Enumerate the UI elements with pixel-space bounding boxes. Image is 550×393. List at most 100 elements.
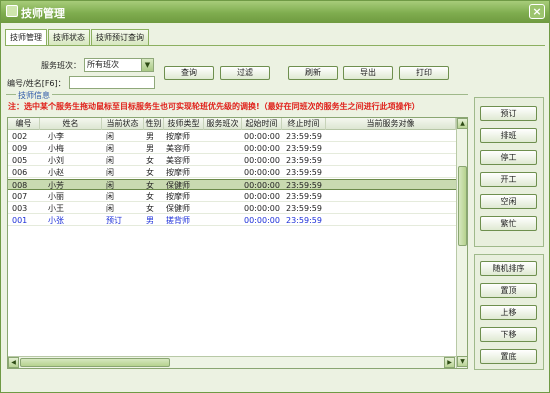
cell-client xyxy=(328,155,456,166)
cell-id: 001 xyxy=(12,216,28,225)
cell-type: 按摩师 xyxy=(166,132,190,141)
cell-end: 23:59:59 xyxy=(286,132,322,141)
technician-management-window: 技师管理 × 技师管理 技师状态 技师预订查询 服务班次： 所有班次 ▼ 编号/… xyxy=(0,0,550,393)
cell-id: 006 xyxy=(12,168,28,177)
cell-start: 00:00:00 xyxy=(244,181,280,190)
table-row-selected[interactable]: 008 小芳 闲 女 保健师 00:00:00 23:59:59 xyxy=(8,179,456,190)
cell-name: 小王 xyxy=(48,204,64,213)
table-row[interactable]: 001 小张 预订 男 搓背师 00:00:00 23:59:59 xyxy=(8,215,456,226)
cell-id: 009 xyxy=(12,144,28,153)
column-header-name[interactable]: 姓名 xyxy=(40,118,102,130)
book-button[interactable]: 预订 xyxy=(480,106,537,121)
cell-type: 保健师 xyxy=(166,181,190,190)
scroll-up-icon[interactable]: ▲ xyxy=(457,118,467,129)
cell-start: 00:00:00 xyxy=(244,156,280,165)
start-work-button[interactable]: 开工 xyxy=(480,172,537,187)
cell-shift xyxy=(204,155,242,166)
cell-status: 闲 xyxy=(106,204,114,213)
cell-gender: 女 xyxy=(146,156,154,165)
cell-status: 闲 xyxy=(106,156,114,165)
move-down-button[interactable]: 下移 xyxy=(480,327,537,342)
cell-start: 00:00:00 xyxy=(244,132,280,141)
cell-type: 保健师 xyxy=(166,204,190,213)
move-top-button[interactable]: 置顶 xyxy=(480,283,537,298)
vertical-scroll-thumb[interactable] xyxy=(458,166,467,246)
vertical-scrollbar[interactable]: ▲ ▼ xyxy=(456,118,467,368)
cell-type: 美容师 xyxy=(166,144,190,153)
scroll-down-icon[interactable]: ▼ xyxy=(457,356,467,367)
cell-name: 小李 xyxy=(48,132,64,141)
column-header-gender[interactable]: 性别 xyxy=(144,118,164,130)
cell-type: 按摩师 xyxy=(166,192,190,201)
cell-status: 预订 xyxy=(106,216,122,225)
column-header-id[interactable]: 编号 xyxy=(8,118,40,130)
column-header-end[interactable]: 终止时间 xyxy=(282,118,326,130)
group-divider xyxy=(6,94,468,95)
column-header-client[interactable]: 当前服务对像 xyxy=(326,118,456,130)
idle-button[interactable]: 空闲 xyxy=(480,194,537,209)
column-header-type[interactable]: 技师类型 xyxy=(164,118,204,130)
cell-id: 007 xyxy=(12,192,28,201)
technician-table[interactable]: 编号 姓名 当前状态 性别 技师类型 服务班次 起始时间 终止时间 当前服务对像… xyxy=(7,117,468,369)
horizontal-scrollbar[interactable]: ◀ ▶ xyxy=(8,356,456,368)
move-bottom-button[interactable]: 置底 xyxy=(480,349,537,364)
cell-end: 23:59:59 xyxy=(286,168,322,177)
scroll-left-icon[interactable]: ◀ xyxy=(8,357,19,368)
cell-client xyxy=(328,203,456,214)
tab-technician-booking-query[interactable]: 技师预订查询 xyxy=(91,29,149,45)
tab-technician-status[interactable]: 技师状态 xyxy=(48,29,90,45)
export-button[interactable]: 导出 xyxy=(343,66,393,80)
title-bar[interactable]: 技师管理 × xyxy=(1,1,549,23)
table-row[interactable]: 005 小刘 闲 女 美容师 00:00:00 23:59:59 xyxy=(8,155,456,166)
cell-name: 小芳 xyxy=(48,181,64,190)
horizontal-scroll-thumb[interactable] xyxy=(20,358,170,367)
order-action-panel: 随机排序 置顶 上移 下移 置底 xyxy=(474,254,544,370)
move-up-button[interactable]: 上移 xyxy=(480,305,537,320)
chevron-down-icon[interactable]: ▼ xyxy=(141,59,153,71)
print-button[interactable]: 打印 xyxy=(399,66,449,80)
cell-status: 闲 xyxy=(106,132,114,141)
tab-technician-management[interactable]: 技师管理 xyxy=(5,29,47,46)
cell-status: 闲 xyxy=(106,168,114,177)
cell-client xyxy=(328,191,456,202)
scroll-right-icon[interactable]: ▶ xyxy=(444,357,455,368)
cell-shift xyxy=(204,191,242,202)
cell-shift xyxy=(204,131,242,142)
shift-select[interactable]: 所有班次 ▼ xyxy=(84,58,154,72)
cell-start: 00:00:00 xyxy=(244,216,280,225)
random-sort-button[interactable]: 随机排序 xyxy=(480,261,537,276)
refresh-button[interactable]: 刷新 xyxy=(288,66,338,80)
window-title: 技师管理 xyxy=(21,7,65,20)
cell-id: 002 xyxy=(12,132,28,141)
column-header-status[interactable]: 当前状态 xyxy=(102,118,144,130)
cell-end: 23:59:59 xyxy=(286,156,322,165)
filter-button[interactable]: 过滤 xyxy=(220,66,270,80)
cell-end: 23:59:59 xyxy=(286,144,322,153)
busy-button[interactable]: 繁忙 xyxy=(480,216,537,231)
cell-type: 按摩师 xyxy=(166,168,190,177)
id-name-input[interactable] xyxy=(69,76,155,89)
table-row[interactable]: 003 小王 闲 女 保健师 00:00:00 23:59:59 xyxy=(8,203,456,214)
cell-name: 小赵 xyxy=(48,168,64,177)
stop-work-button[interactable]: 停工 xyxy=(480,150,537,165)
cell-end: 23:59:59 xyxy=(286,192,322,201)
cell-shift xyxy=(204,203,242,214)
cell-status: 闲 xyxy=(106,144,114,153)
cell-id: 005 xyxy=(12,156,28,165)
cell-shift xyxy=(204,143,242,154)
window-icon xyxy=(6,5,18,17)
column-header-start[interactable]: 起始时间 xyxy=(242,118,282,130)
column-header-shift[interactable]: 服务班次 xyxy=(204,118,242,130)
query-button[interactable]: 查询 xyxy=(164,66,214,80)
table-row[interactable]: 006 小赵 闲 女 按摩师 00:00:00 23:59:59 xyxy=(8,167,456,178)
cell-shift xyxy=(204,180,242,191)
table-row[interactable]: 009 小梅 闲 男 美容师 00:00:00 23:59:59 xyxy=(8,143,456,154)
cell-gender: 女 xyxy=(146,192,154,201)
schedule-button[interactable]: 排班 xyxy=(480,128,537,143)
status-action-panel: 预订 排班 停工 开工 空闲 繁忙 xyxy=(474,97,544,247)
cell-gender: 男 xyxy=(146,132,154,141)
table-row[interactable]: 002 小李 闲 男 按摩师 00:00:00 23:59:59 xyxy=(8,131,456,142)
close-button[interactable]: × xyxy=(529,4,545,19)
cell-gender: 男 xyxy=(146,144,154,153)
table-row[interactable]: 007 小丽 闲 女 按摩师 00:00:00 23:59:59 xyxy=(8,191,456,202)
